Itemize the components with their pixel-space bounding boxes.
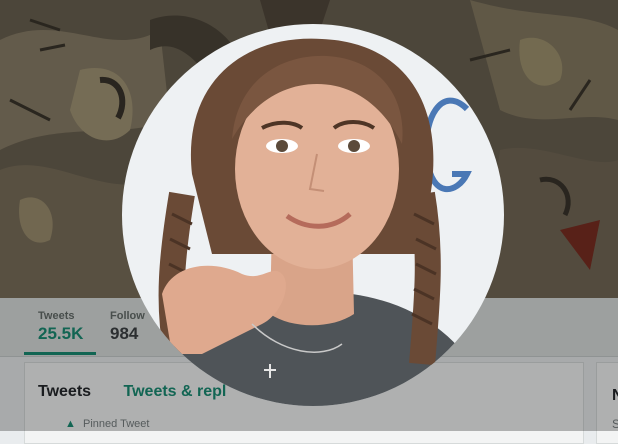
active-tab-indicator: [24, 352, 96, 355]
side-card: N S: [596, 362, 618, 444]
tweets-stat-value: 25.5K: [38, 324, 84, 343]
timeline-tabs: Tweets Tweets & repl: [38, 383, 254, 401]
pinned-label: Pinned Tweet: [83, 418, 150, 430]
tweets-stat[interactable]: Tweets 25.5K: [38, 310, 83, 344]
tab-tweets[interactable]: Tweets: [38, 383, 91, 401]
pinned-tweet-header: ▲ Pinned Tweet: [65, 418, 149, 430]
following-stat-label: Follow: [110, 310, 145, 322]
profile-photo: [122, 24, 504, 406]
side-card-subtext: S: [612, 417, 618, 431]
following-stat-value: 984: [110, 324, 139, 343]
tweets-stat-label: Tweets: [38, 310, 75, 322]
tab-tweets-and-replies[interactable]: Tweets & repl: [124, 383, 227, 401]
pin-icon: ▲: [65, 418, 76, 430]
following-stat[interactable]: Follow 984: [110, 310, 145, 344]
side-card-heading: N: [612, 387, 618, 404]
profile-avatar[interactable]: [122, 24, 504, 406]
